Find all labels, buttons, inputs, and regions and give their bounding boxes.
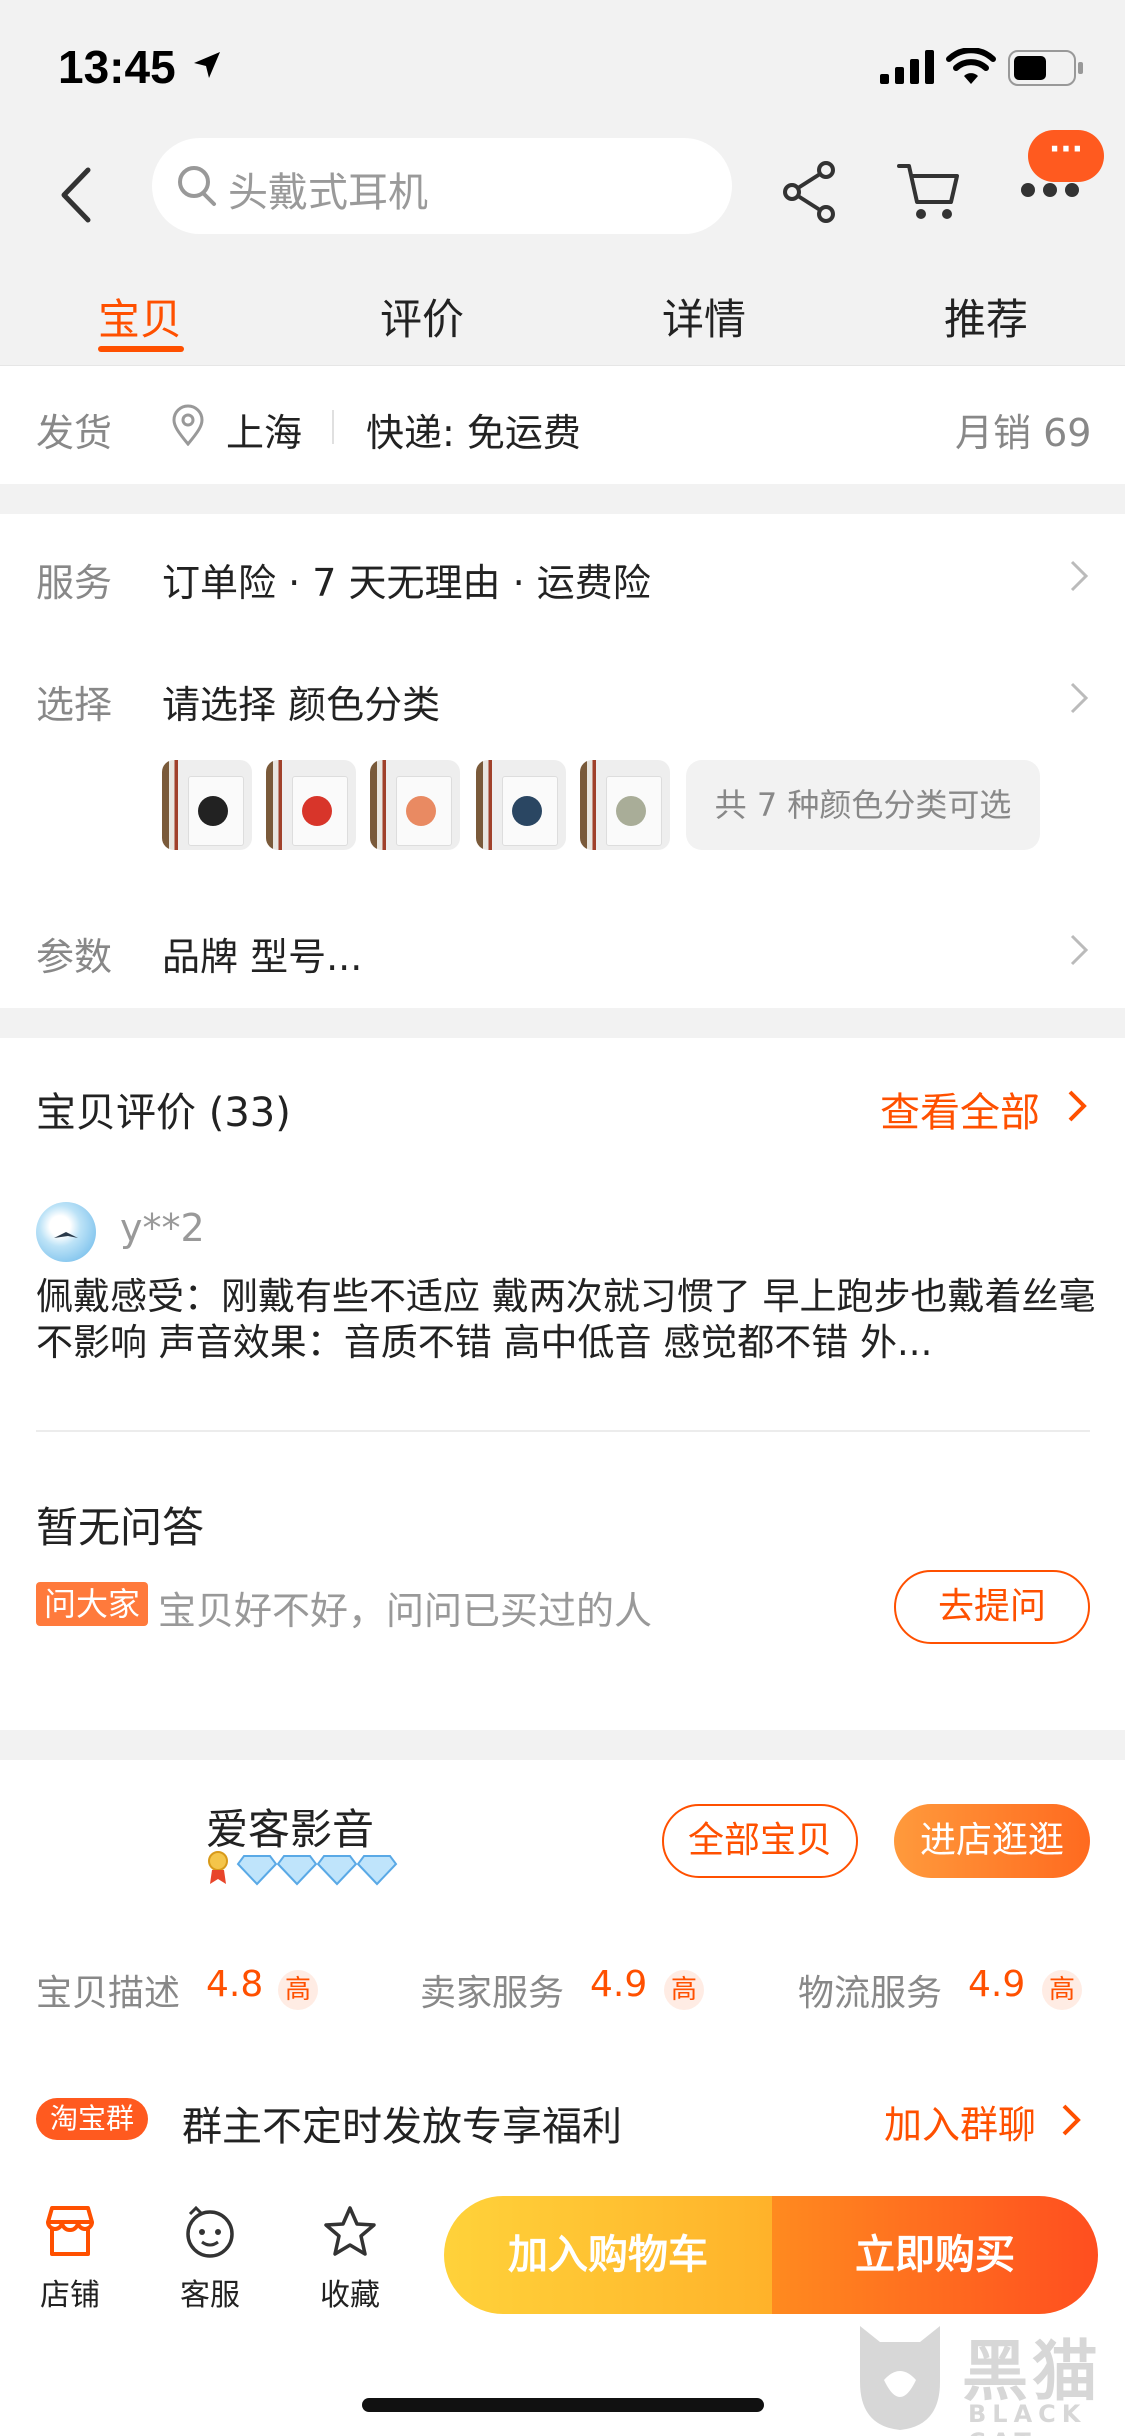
tab-bar: 宝贝 评价 详情 推荐: [0, 260, 1125, 366]
score-label: 卖家服务: [420, 1973, 565, 2014]
more-colors-button[interactable]: 共 7 种颜色分类可选: [686, 760, 1040, 850]
tab-item[interactable]: 宝贝: [40, 286, 240, 347]
ask-question-button[interactable]: 去提问: [894, 1570, 1090, 1644]
select-value: 请选择 颜色分类: [162, 683, 441, 727]
ask-hint: 宝贝好不好，问问已买过的人: [158, 1589, 653, 1633]
qa-title: 暂无问答: [36, 1503, 205, 1552]
store-label: 店铺: [40, 2278, 100, 2313]
score-value: 4.9: [968, 1964, 1026, 2005]
color-thumb-navy[interactable]: [476, 760, 566, 850]
active-tab-indicator: [98, 346, 184, 352]
join-group-link[interactable]: 加入群聊: [884, 2094, 1036, 2149]
qa-card: 暂无问答 问大家 宝贝好不好，问问已买过的人 去提问: [0, 1430, 1125, 1730]
headphone-swatch: [302, 796, 332, 826]
shipping-city: 上海: [226, 411, 303, 455]
score-label: 物流服务: [798, 1973, 943, 2014]
bird-icon: [54, 1232, 78, 1238]
chevron-right-icon: [1068, 1090, 1087, 1122]
score-label: 宝贝描述: [36, 1973, 181, 2014]
divider: [36, 1430, 1090, 1432]
status-time: 13:45: [58, 41, 176, 93]
search-icon: [178, 166, 216, 206]
watermark-subtext: BLACK CAT: [968, 2400, 1087, 2436]
monthly-sales: 月销 69: [955, 411, 1092, 455]
score-high-badge: 高: [278, 1970, 318, 2010]
avatar: [36, 1202, 96, 1262]
home-indicator: [362, 2398, 764, 2412]
shop-logo[interactable]: [36, 1820, 186, 1970]
tab-reviews[interactable]: 评价: [322, 286, 522, 347]
tab-recommend[interactable]: 推荐: [886, 286, 1086, 347]
nav-bar: 头戴式耳机 ···: [0, 130, 1125, 250]
service-row[interactable]: 服务 订单险 · 7 天无理由 · 运费险: [0, 514, 1125, 632]
section-gap: [0, 1730, 1125, 1760]
chevron-right-icon: [1070, 560, 1089, 592]
taobao-group-tag: 淘宝群: [36, 2098, 149, 2140]
watermark: 黑猫 BLACK CAT: [850, 2318, 1120, 2436]
battery-icon: [1008, 50, 1083, 86]
tab-details[interactable]: 详情: [604, 286, 804, 347]
score-high-badge: 高: [1042, 1970, 1082, 2010]
add-to-cart-button[interactable]: 加入购物车: [444, 2196, 772, 2314]
score-high-badge: 高: [664, 1970, 704, 2010]
chevron-right-icon: [1062, 2104, 1081, 2136]
select-label: 选择: [36, 683, 113, 727]
reviews-card: 宝贝评价 (33) 查看全部 y**2 佩戴感受：刚戴有些不适应 戴两次就习惯了…: [0, 1038, 1125, 1430]
color-thumb-red[interactable]: [266, 760, 356, 850]
params-row[interactable]: 参数 品牌 型号...: [0, 886, 1125, 1004]
store-button[interactable]: 店铺: [20, 2204, 120, 2314]
customer-service-button[interactable]: 客服: [160, 2204, 260, 2314]
shipping-label: 发货: [36, 411, 113, 455]
color-thumb-sage[interactable]: [580, 760, 670, 850]
store-icon: [46, 2206, 94, 2256]
headphone-swatch: [616, 796, 646, 826]
favorite-button[interactable]: 收藏: [300, 2204, 400, 2314]
group-promo-text: 群主不定时发放专享福利: [182, 2104, 622, 2150]
params-label: 参数: [36, 935, 113, 979]
cart-icon[interactable]: [895, 158, 961, 224]
headphone-swatch: [406, 796, 436, 826]
chevron-right-icon: [1070, 934, 1089, 966]
status-bar: 13:45: [0, 0, 1125, 130]
shipping-row: 发货 上海 快递: 免运费 月销 69: [0, 366, 1125, 484]
search-input[interactable]: 头戴式耳机: [152, 138, 732, 234]
star-icon: [324, 2206, 376, 2256]
shipping-express: 快递: 免运费: [366, 411, 581, 455]
favorite-label: 收藏: [320, 2278, 380, 2313]
back-arrow-icon[interactable]: [48, 160, 108, 230]
headphone-swatch: [512, 796, 542, 826]
location-arrow-icon: [194, 52, 220, 78]
score-value: 4.8: [206, 1964, 264, 2005]
wifi-icon: [946, 48, 996, 84]
service-label: 服务: [36, 561, 113, 605]
service-value: 订单险 · 7 天无理由 · 运费险: [162, 561, 651, 605]
all-items-button[interactable]: 全部宝贝: [662, 1804, 858, 1878]
options-card: 服务 订单险 · 7 天无理由 · 运费险 选择 请选择 颜色分类 共 7 种颜…: [0, 514, 1125, 1008]
customer-service-label: 客服: [180, 2278, 240, 2313]
message-badge[interactable]: ···: [1028, 130, 1104, 182]
shop-card: 爱客影音 全部宝贝 进店逛逛 宝贝描述 4.8 高 卖家服务 4.9 高 物流服…: [0, 1730, 1125, 2200]
color-thumb-black[interactable]: [162, 760, 252, 850]
color-thumb-peach[interactable]: [370, 760, 460, 850]
reviews-title: 宝贝评价 (33): [36, 1090, 291, 1136]
ask-everyone-tag: 问大家: [36, 1582, 149, 1626]
customer-service-icon: [186, 2205, 234, 2258]
search-placeholder: 头戴式耳机: [228, 170, 428, 216]
share-icon[interactable]: [780, 160, 840, 224]
params-value: 品牌 型号...: [162, 935, 363, 979]
location-pin-icon: [172, 404, 204, 446]
shop-rating-diamonds-icon: [208, 1851, 398, 1886]
enter-shop-button[interactable]: 进店逛逛: [894, 1804, 1090, 1878]
review-text[interactable]: 佩戴感受：刚戴有些不适应 戴两次就习惯了 早上跑步也戴着丝毫不影响 声音效果：音…: [36, 1274, 1096, 1366]
chevron-right-icon: [1070, 682, 1089, 714]
cat-logo-icon: [860, 2326, 940, 2430]
view-all-link[interactable]: 查看全部: [880, 1080, 1040, 1138]
score-value: 4.9: [590, 1964, 648, 2005]
more-dots-icon[interactable]: [1020, 180, 1080, 200]
divider: [332, 410, 334, 444]
headphone-swatch: [198, 796, 228, 826]
buy-now-button[interactable]: 立即购买: [772, 2196, 1098, 2314]
cellular-signal-icon: [880, 50, 934, 84]
reviewer-name: y**2: [120, 1206, 205, 1250]
